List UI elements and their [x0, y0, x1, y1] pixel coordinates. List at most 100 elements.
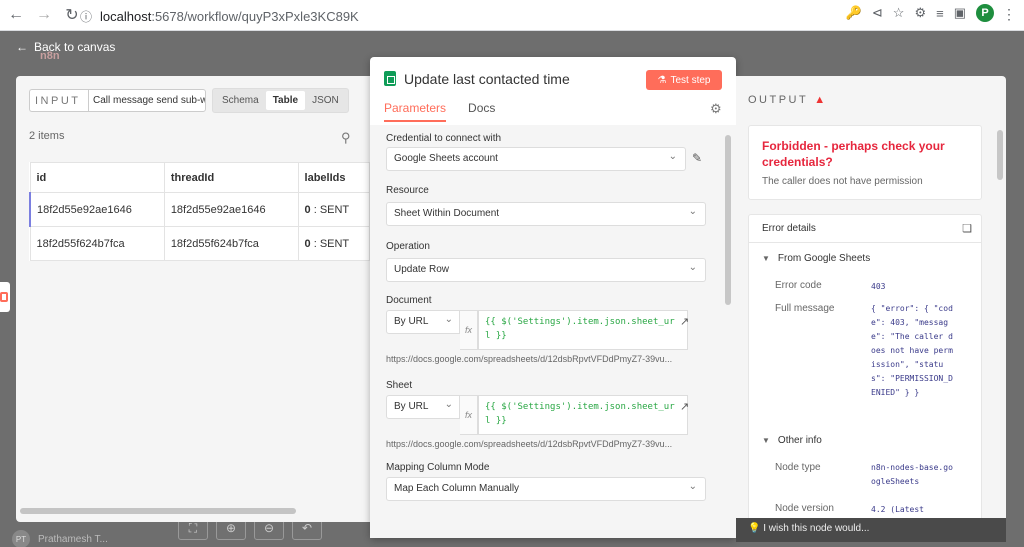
credential-select[interactable]: Google Sheets account ⌄ [386, 147, 686, 171]
expression-line: l }} [485, 416, 507, 426]
url-host: localhost [100, 8, 152, 24]
operation-label: Operation [386, 241, 430, 252]
node-tabs: Parameters Docs [384, 101, 495, 122]
vertical-scrollbar[interactable] [725, 135, 731, 305]
full-message-key: Full message [775, 303, 835, 314]
parameters-area: Credential to connect with Google Sheets… [370, 125, 736, 538]
feedback-tip[interactable]: 💡 I wish this node would... [736, 518, 1006, 542]
resource-value: Sheet Within Document [394, 208, 500, 219]
cell-id[interactable]: 18f2d55f624b7fca [29, 226, 165, 261]
edit-pencil-icon[interactable]: ✎ [692, 151, 702, 165]
document-expression-input[interactable]: {{ $('Settings').item.json.sheet_ur l }} [478, 310, 688, 350]
side-panel-icon[interactable]: ▣ [954, 5, 966, 21]
feedback-tip-label: I wish this node would... [763, 523, 870, 534]
extensions-icon[interactable]: ⚙ [914, 5, 926, 21]
user-menu[interactable]: PT Prathamesh T... [12, 530, 108, 547]
document-mode-select[interactable]: By URL ⌄ [386, 310, 460, 334]
search-icon[interactable]: ⚲ [341, 130, 351, 146]
caret-down-icon: ▼ [762, 254, 770, 263]
view-table-button[interactable]: Table [265, 91, 306, 110]
open-link-icon[interactable]: ↗ [680, 315, 689, 328]
section-other-info[interactable]: ▼ Other info [762, 435, 822, 446]
credential-label: Credential to connect with [386, 133, 502, 144]
error-details: Error details ❏ ▼ From Google Sheets Erro… [748, 214, 982, 522]
output-scrollbar[interactable] [997, 128, 1003, 518]
reading-list-icon[interactable]: ≡ [936, 6, 944, 21]
chevron-down-icon: ⌄ [688, 206, 697, 217]
tab-parameters[interactable]: Parameters [384, 101, 447, 122]
open-link-icon[interactable]: ↗ [680, 400, 689, 413]
operation-value: Update Row [394, 264, 450, 275]
profile-avatar[interactable]: P [976, 4, 994, 22]
expression-line: l }} [485, 331, 507, 341]
key-icon[interactable]: 🔑 [846, 5, 862, 21]
label-index: 0 [304, 237, 311, 250]
column-header-id[interactable]: id [29, 162, 165, 193]
avatar: PT [12, 530, 30, 547]
node-title[interactable]: Update last contacted time [404, 71, 570, 87]
chevron-down-icon: ⌄ [444, 399, 453, 410]
fx-icon: fx [460, 310, 478, 350]
table-header-row: id threadId labelIds [29, 162, 371, 193]
column-header-labelids[interactable]: labelIds [297, 162, 371, 193]
horizontal-scrollbar[interactable] [16, 508, 352, 514]
copy-icon[interactable]: ❏ [962, 222, 972, 235]
mapping-mode-value: Map Each Column Manually [394, 483, 520, 494]
resource-label: Resource [386, 185, 429, 196]
scrollbar-thumb[interactable] [20, 508, 296, 514]
section-title: From Google Sheets [777, 253, 871, 264]
node-type-key: Node type [775, 462, 821, 473]
column-header-threadid[interactable]: threadId [163, 162, 299, 193]
cell-threadid[interactable]: 18f2d55f624b7fca [163, 226, 299, 261]
cell-id[interactable]: 18f2d55e92ae1646 [28, 192, 165, 227]
star-icon[interactable]: ☆ [893, 5, 905, 21]
view-schema-button[interactable]: Schema [215, 91, 266, 110]
mapping-mode-label: Mapping Column Mode [386, 462, 490, 473]
input-label: INPUT [29, 89, 88, 112]
warning-icon: ▲ [814, 94, 826, 106]
cell-labelids[interactable]: 0 : SENT [297, 192, 371, 227]
sheet-url-hint: https://docs.google.com/spreadsheets/d/1… [386, 439, 673, 449]
node-icon [0, 292, 8, 302]
browser-menu-icon[interactable]: ⋮ [1002, 6, 1016, 23]
share-icon[interactable]: ⊲ [872, 5, 883, 21]
url-path: :5678/workflow/quyP3xPxle3KC89K [151, 8, 359, 24]
items-count: 2 items [29, 130, 65, 142]
site-info-icon[interactable]: ⓘ [80, 8, 92, 25]
view-toggle: Schema Table JSON [212, 88, 349, 113]
document-label: Document [386, 295, 432, 306]
google-sheets-icon [384, 71, 396, 86]
cell-labelids[interactable]: 0 : SENT [297, 226, 371, 261]
output-label: OUTPUT [748, 94, 809, 106]
caret-down-icon: ▼ [762, 436, 770, 445]
mapping-mode-select[interactable]: Map Each Column Manually ⌄ [386, 477, 706, 501]
cell-threadid[interactable]: 18f2d55e92ae1646 [163, 192, 299, 227]
resource-select[interactable]: Sheet Within Document ⌄ [386, 202, 706, 226]
table-row[interactable]: 18f2d55e92ae1646 18f2d55e92ae1646 0 : SE… [28, 192, 371, 227]
section-title: Other info [777, 435, 822, 446]
input-data-table: id threadId labelIds 18f2d55e92ae1646 18… [28, 162, 371, 261]
input-node-select[interactable]: Call message send sub-wo [88, 89, 206, 112]
scrollbar-thumb[interactable] [997, 130, 1003, 180]
section-from-google-sheets[interactable]: ▼ From Google Sheets [762, 253, 870, 264]
n8n-logo: n8n [40, 50, 60, 62]
tab-docs[interactable]: Docs [468, 101, 495, 122]
gear-icon[interactable]: ⚙ [710, 101, 722, 117]
view-json-button[interactable]: JSON [305, 91, 346, 110]
operation-select[interactable]: Update Row ⌄ [386, 258, 706, 282]
back-arrow-icon[interactable]: ← [4, 3, 28, 27]
sheet-mode-value: By URL [394, 401, 429, 412]
test-step-button[interactable]: ⚗ Test step [646, 70, 722, 90]
table-row[interactable]: 18f2d55f624b7fca 18f2d55f624b7fca 0 : SE… [29, 226, 371, 261]
sheet-expression-input[interactable]: {{ $('Settings').item.json.sheet_ur l }} [478, 395, 688, 435]
sheet-mode-select[interactable]: By URL ⌄ [386, 395, 460, 419]
chevron-down-icon: ⌄ [688, 262, 697, 273]
forward-arrow-icon[interactable]: → [32, 3, 56, 27]
side-node-tab[interactable] [0, 282, 10, 312]
expression-line: {{ $('Settings').item.json.sheet_ur [485, 402, 675, 412]
back-to-canvas-link[interactable]: ← Back to canvas [16, 40, 115, 54]
address-bar[interactable]: ⓘ localhost:5678/workflow/quyP3xPxle3KC8… [80, 4, 895, 28]
label-index: 0 [304, 203, 311, 216]
chevron-down-icon: ⌄ [444, 314, 453, 325]
expression-line: {{ $('Settings').item.json.sheet_ur [485, 317, 675, 327]
